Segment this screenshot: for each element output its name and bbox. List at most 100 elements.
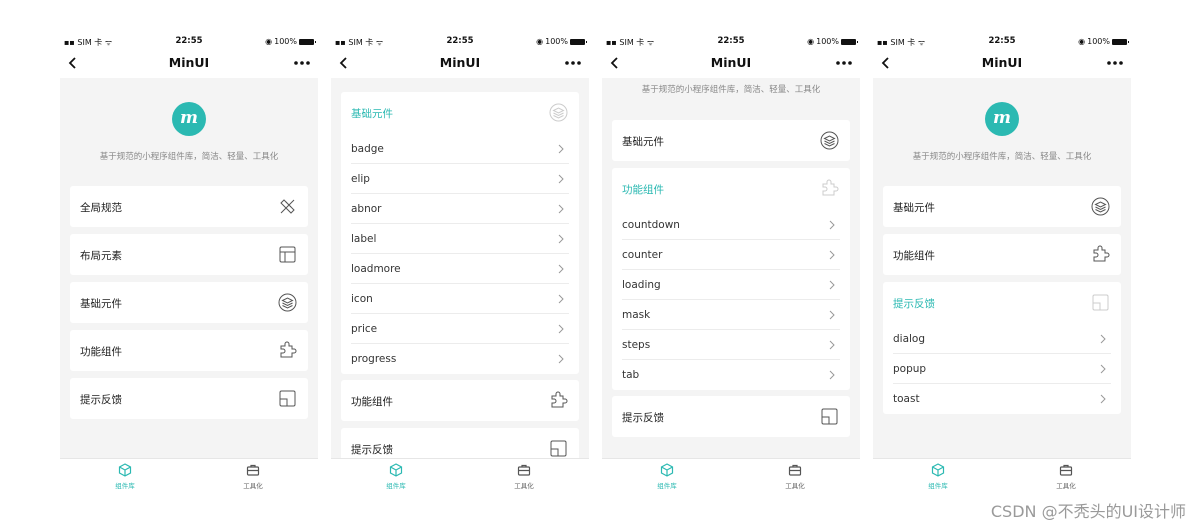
menu-card-feedback[interactable]: 提示反馈	[70, 378, 308, 419]
battery-percent: 100%	[1087, 37, 1110, 46]
list-item[interactable]: icon	[351, 284, 569, 314]
list-item[interactable]: label	[351, 224, 569, 254]
tab-components[interactable]: 组件库	[361, 463, 431, 490]
list-item[interactable]: toast	[893, 384, 1111, 414]
menu-label: 提示反馈	[622, 412, 664, 424]
nav-bar: MinUI	[602, 51, 860, 75]
screen-2: ▪▪ SIM 卡 ᯤ 22:55 ◉ 100% MinUI 基础元件 badge…	[331, 30, 589, 500]
menu-card-basic[interactable]: 基础元件	[70, 282, 308, 323]
screen-3: ▪▪ SIM 卡 ᯤ 22:55 ◉ 100% MinUI 基于规范的小程序组件…	[602, 30, 860, 500]
list-item[interactable]: elip	[351, 164, 569, 194]
list-item-label: dialog	[893, 333, 926, 345]
menu-card-global[interactable]: 全局规范	[70, 186, 308, 227]
tab-tools[interactable]: 工具化	[1031, 463, 1101, 490]
chevron-right-icon	[1100, 334, 1106, 344]
component-list: dialog popup toast	[893, 324, 1111, 414]
tab-label: 工具化	[1056, 482, 1076, 490]
list-item[interactable]: badge	[351, 134, 569, 164]
list-item[interactable]: counter	[622, 240, 840, 270]
list-item[interactable]: loading	[622, 270, 840, 300]
battery-percent: 100%	[816, 37, 839, 46]
chevron-right-icon	[1100, 394, 1106, 404]
more-icon[interactable]	[1105, 56, 1125, 70]
battery-icon	[299, 38, 316, 45]
layout-icon	[277, 244, 298, 265]
battery-icon	[841, 38, 858, 45]
expanded-card-function: 功能组件 countdown counter loading mask steps tab	[612, 168, 850, 390]
status-bar: ▪▪ SIM 卡 ᯤ 22:55 ◉ 100%	[60, 35, 318, 49]
list-item[interactable]: countdown	[622, 210, 840, 240]
chevron-right-icon	[829, 250, 835, 260]
list-item[interactable]: price	[351, 314, 569, 344]
card-header[interactable]: 功能组件	[612, 168, 850, 209]
menu-card-feedback[interactable]: 提示反馈	[612, 396, 850, 437]
battery-percent: 100%	[274, 37, 297, 46]
status-bar: ▪▪ SIM 卡 ᯤ 22:55 ◉ 100%	[602, 35, 860, 49]
minui-logo: m	[985, 102, 1019, 136]
list-item-label: tab	[622, 369, 640, 381]
menu-card-function[interactable]: 功能组件	[70, 330, 308, 371]
chevron-right-icon	[558, 264, 564, 274]
list-item[interactable]: progress	[351, 344, 569, 374]
more-icon[interactable]	[292, 56, 312, 70]
list-item[interactable]: loadmore	[351, 254, 569, 284]
list-item-label: loading	[622, 279, 661, 291]
list-item[interactable]: mask	[622, 300, 840, 330]
chevron-right-icon	[558, 174, 564, 184]
page-title: MinUI	[710, 55, 752, 70]
tab-label: 组件库	[928, 482, 948, 490]
nav-bar: MinUI	[873, 51, 1131, 75]
battery-icon	[570, 38, 587, 45]
tab-bar: 组件库 工具化	[602, 458, 860, 500]
menu-card-layout[interactable]: 布局元素	[70, 234, 308, 275]
menu-card-function[interactable]: 功能组件	[341, 380, 579, 421]
tab-components[interactable]: 组件库	[90, 463, 160, 490]
tab-tools[interactable]: 工具化	[489, 463, 559, 490]
list-item[interactable]: abnor	[351, 194, 569, 224]
card-header[interactable]: 基础元件	[341, 92, 579, 133]
menu-label: 提示反馈	[80, 394, 122, 406]
layers-icon	[548, 102, 569, 123]
menu-label: 全局规范	[80, 202, 122, 214]
list-item-label: badge	[351, 143, 384, 155]
tab-label: 组件库	[115, 482, 135, 490]
tab-components[interactable]: 组件库	[903, 463, 973, 490]
tab-tools[interactable]: 工具化	[760, 463, 830, 490]
more-icon[interactable]	[834, 56, 854, 70]
minui-logo: m	[172, 102, 206, 136]
card-header[interactable]: 提示反馈	[883, 282, 1121, 323]
menu-card-function[interactable]: 功能组件	[883, 234, 1121, 275]
menu-card-basic[interactable]: 基础元件	[612, 120, 850, 161]
hero-description: 基于规范的小程序组件库，简洁、轻量、工具化	[912, 152, 1092, 162]
menu-card-basic[interactable]: 基础元件	[883, 186, 1121, 227]
list-item-label: elip	[351, 173, 370, 185]
chevron-right-icon	[558, 294, 564, 304]
menu-label: 提示反馈	[351, 444, 393, 456]
tab-tools[interactable]: 工具化	[218, 463, 288, 490]
chevron-right-icon	[558, 324, 564, 334]
chevron-right-icon	[558, 234, 564, 244]
chevron-right-icon	[829, 310, 835, 320]
battery-icon	[1112, 38, 1129, 45]
tab-components[interactable]: 组件库	[632, 463, 702, 490]
expanded-card-feedback: 提示反馈 dialog popup toast	[883, 282, 1121, 414]
feedback-icon	[1090, 292, 1111, 313]
toolbox-icon	[517, 464, 531, 476]
nav-bar: MinUI	[331, 51, 589, 75]
layers-icon	[277, 292, 298, 313]
tab-label: 组件库	[657, 482, 677, 490]
list-item[interactable]: tab	[622, 360, 840, 390]
chevron-right-icon	[558, 204, 564, 214]
more-icon[interactable]	[563, 56, 583, 70]
list-item[interactable]: popup	[893, 354, 1111, 384]
tab-label: 工具化	[243, 482, 263, 490]
list-item[interactable]: steps	[622, 330, 840, 360]
hero-description: 基于规范的小程序组件库，简洁、轻量、工具化	[99, 152, 279, 162]
expanded-title: 提示反馈	[893, 298, 935, 310]
list-item-label: countdown	[622, 219, 680, 231]
content-area: 基础元件 badge elip abnor label loadmore icon pric…	[331, 78, 589, 458]
screen-4: ▪▪ SIM 卡 ᯤ 22:55 ◉ 100% MinUI m 基于规范的小程序…	[873, 30, 1131, 500]
toolbox-icon	[788, 464, 802, 476]
menu-card-feedback[interactable]: 提示反馈	[341, 428, 579, 458]
list-item[interactable]: dialog	[893, 324, 1111, 354]
